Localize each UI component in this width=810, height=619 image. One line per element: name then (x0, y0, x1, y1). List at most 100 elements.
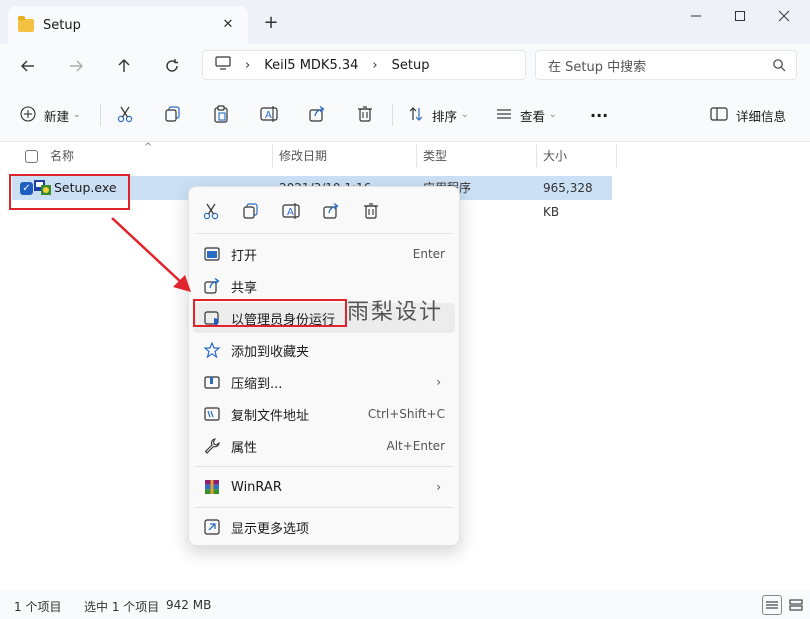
column-divider[interactable] (416, 144, 417, 168)
details-label: 详细信息 (736, 108, 787, 124)
column-divider[interactable] (272, 144, 273, 168)
menu-separator (195, 507, 453, 508)
search-icon (772, 58, 786, 76)
sort-button[interactable]: 排序 ⌄ (408, 104, 469, 126)
menu-item-label: 添加到收藏夹 (231, 344, 310, 360)
breadcrumb-keil[interactable]: Keil5 MDK5.34 (264, 58, 358, 73)
title-bar: Setup ✕ + (0, 0, 810, 44)
menu-item-add-favorites[interactable]: 添加到收藏夹 (193, 335, 455, 365)
close-tab-icon[interactable]: ✕ (218, 15, 238, 35)
view-label: 查看 (520, 108, 546, 124)
file-size: 965,328 KB (543, 181, 593, 219)
view-button[interactable]: 查看 ⌄ (496, 104, 557, 126)
menu-item-open[interactable]: 打开 Enter (193, 239, 455, 269)
svg-text:A: A (287, 207, 294, 218)
status-bar: 1 个项目 选中 1 个项目 942 MB (0, 590, 810, 619)
copy-path-icon (203, 406, 221, 422)
toolbar-divider (392, 104, 393, 126)
refresh-icon[interactable] (158, 53, 186, 79)
zip-folder-icon (203, 374, 221, 390)
column-divider[interactable] (616, 144, 617, 168)
search-placeholder: 在 Setup 中搜索 (548, 59, 647, 75)
context-delete-icon[interactable] (361, 201, 381, 221)
plus-circle-icon (20, 105, 36, 125)
maximize-icon[interactable] (718, 3, 762, 29)
context-cut-icon[interactable] (201, 201, 221, 221)
chevron-down-icon: ⌄ (73, 110, 81, 120)
details-pane-button[interactable]: 详细信息 (710, 104, 786, 126)
menu-item-show-more[interactable]: 显示更多选项 (193, 512, 455, 542)
menu-item-shortcut: Enter (412, 247, 445, 261)
cut-button[interactable] (116, 104, 134, 126)
computer-icon (215, 56, 231, 74)
tab-setup[interactable]: Setup ✕ (8, 6, 248, 44)
menu-item-label: 显示更多选项 (231, 521, 310, 537)
menu-item-properties[interactable]: 属性 Alt+Enter (193, 431, 455, 461)
breadcrumb-setup[interactable]: Setup (392, 58, 430, 73)
details-view-icon[interactable] (762, 595, 782, 615)
column-header-name[interactable]: 名称 (50, 142, 74, 170)
list-view-icon (496, 106, 512, 125)
minimize-icon[interactable] (674, 3, 718, 29)
forward-icon[interactable] (62, 53, 90, 79)
column-header-date[interactable]: 修改日期 (279, 142, 327, 170)
share-icon (308, 105, 326, 126)
copy-button[interactable] (164, 104, 182, 126)
menu-item-label: 压缩到... (231, 376, 283, 392)
sort-icon (408, 106, 424, 125)
share-button[interactable] (308, 104, 326, 126)
menu-item-label: 复制文件地址 (231, 408, 310, 424)
up-icon[interactable] (110, 53, 138, 79)
context-rename-icon[interactable]: A (281, 201, 301, 221)
rename-button[interactable]: A (260, 104, 278, 126)
context-copy-icon[interactable] (241, 201, 261, 221)
menu-item-label: 共享 (231, 280, 258, 296)
column-header-size[interactable]: 大小 (543, 142, 567, 170)
select-all-checkbox[interactable] (25, 150, 38, 163)
highlight-box-file (9, 174, 130, 210)
menu-separator (195, 233, 453, 234)
context-quick-actions: A (189, 187, 461, 233)
status-selected-size: 942 MB (166, 598, 212, 612)
chevron-right-icon: › (436, 375, 441, 389)
menu-item-shortcut: Alt+Enter (386, 439, 445, 453)
scissors-icon (116, 105, 134, 126)
chevron-right-icon: › (372, 57, 378, 73)
highlight-box-admin (193, 299, 347, 327)
open-icon (203, 246, 221, 262)
new-tab-button[interactable]: + (260, 12, 282, 34)
column-header-type[interactable]: 类型 (423, 142, 447, 170)
column-divider[interactable] (536, 144, 537, 168)
new-label: 新建 (44, 108, 70, 124)
tab-title: Setup (43, 17, 81, 33)
share-icon (203, 278, 221, 294)
clipboard-icon (212, 104, 230, 126)
sort-ascending-icon: ^ (144, 142, 153, 153)
menu-separator (195, 466, 453, 467)
search-input[interactable]: 在 Setup 中搜索 (535, 50, 797, 80)
back-icon[interactable] (14, 53, 42, 79)
chevron-right-icon: › (436, 480, 441, 494)
menu-item-copy-path[interactable]: 复制文件地址 Ctrl+Shift+C (193, 399, 455, 429)
context-menu: A 打开 Enter 共享 以管理员身份运行 添加到收藏夹 压缩到... › 复… (188, 186, 460, 546)
paste-button[interactable] (212, 104, 230, 126)
chevron-down-icon: ⌄ (549, 110, 557, 120)
address-bar[interactable]: › Keil5 MDK5.34 › Setup (202, 50, 526, 80)
copy-icon (164, 105, 182, 126)
svg-text:A: A (265, 110, 272, 121)
menu-item-shortcut: Ctrl+Shift+C (367, 407, 445, 421)
context-share-icon[interactable] (321, 201, 341, 221)
delete-button[interactable] (356, 104, 374, 126)
close-window-icon[interactable] (762, 3, 806, 29)
new-button[interactable]: 新建 ⌄ (20, 104, 81, 126)
sort-label: 排序 (432, 108, 458, 124)
menu-item-winrar[interactable]: WinRAR › (193, 472, 455, 502)
menu-item-compress[interactable]: 压缩到... › (193, 367, 455, 397)
address-row: › Keil5 MDK5.34 › Setup 在 Setup 中搜索 (0, 44, 810, 88)
trash-icon (356, 105, 374, 126)
more-button[interactable]: ··· (590, 104, 608, 126)
folder-icon (18, 15, 34, 32)
chevron-down-icon: ⌄ (461, 110, 469, 120)
winrar-icon (203, 479, 221, 495)
tiles-view-icon[interactable] (786, 595, 806, 615)
